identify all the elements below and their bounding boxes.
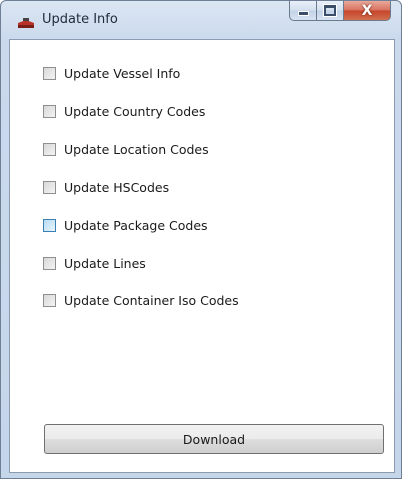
option-update-hscodes[interactable]: Update HSCodes	[43, 178, 169, 196]
checkbox-update-location-codes[interactable]	[43, 142, 56, 156]
checkbox-update-lines[interactable]	[43, 256, 56, 270]
title-bar[interactable]: Update Info X	[1, 1, 401, 39]
option-label: Update HSCodes	[64, 179, 170, 195]
option-update-container-iso-codes[interactable]: Update Container Iso Codes	[43, 291, 239, 309]
option-update-package-codes[interactable]: Update Package Codes	[43, 216, 208, 234]
checkbox-update-package-codes[interactable]	[43, 218, 56, 232]
option-update-vessel-info[interactable]: Update Vessel Info	[43, 64, 180, 82]
option-label: Update Package Codes	[64, 217, 208, 233]
option-label: Update Vessel Info	[64, 65, 181, 81]
caption-buttons: X	[289, 1, 395, 23]
option-label: Update Lines	[64, 255, 146, 271]
window-title: Update Info	[42, 12, 118, 27]
option-update-country-codes[interactable]: Update Country Codes	[43, 102, 205, 120]
minimize-icon	[297, 11, 309, 16]
option-label: Update Container Iso Codes	[64, 292, 239, 308]
checkbox-update-vessel-info[interactable]	[43, 66, 56, 80]
client-area: Update Vessel Info Update Country Codes …	[9, 39, 395, 473]
checkbox-update-country-codes[interactable]	[43, 104, 56, 118]
download-button[interactable]: Download	[44, 424, 384, 454]
close-button[interactable]: X	[344, 1, 391, 21]
window-app-icon[interactable]	[18, 14, 34, 28]
option-update-location-codes[interactable]: Update Location Codes	[43, 140, 209, 158]
close-icon: X	[361, 2, 373, 19]
update-info-window: Update Info X Update Vessel Info Update …	[0, 0, 402, 479]
checkbox-update-container-iso-codes[interactable]	[43, 293, 56, 307]
maximize-button[interactable]	[317, 1, 344, 21]
option-label: Update Country Codes	[64, 103, 206, 119]
option-label: Update Location Codes	[64, 141, 209, 157]
minimize-button[interactable]	[289, 1, 317, 21]
checkbox-update-hscodes[interactable]	[43, 180, 56, 194]
option-update-lines[interactable]: Update Lines	[43, 254, 146, 272]
maximize-icon	[324, 5, 336, 16]
